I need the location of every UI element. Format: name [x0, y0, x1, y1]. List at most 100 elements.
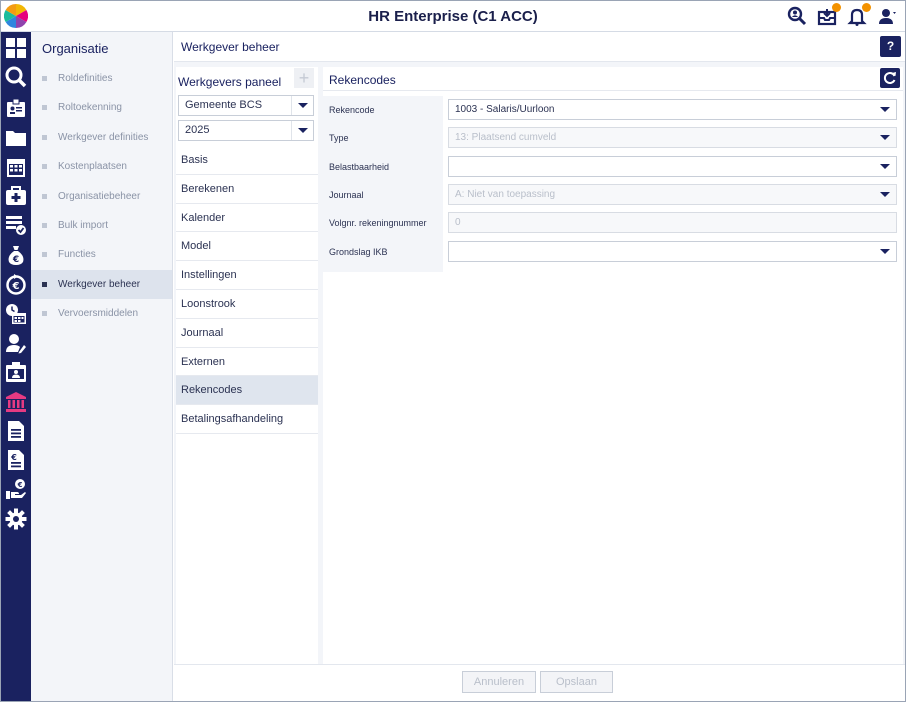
employer-panel: Werkgevers paneel + Gemeente BCS 2025 Ba… [176, 67, 318, 664]
schedule-icon[interactable] [5, 303, 27, 325]
cancel-button[interactable]: Annuleren [462, 671, 536, 693]
form-row-type: Type 13: Plaatsend cumveld [323, 124, 903, 152]
chevron-down-icon[interactable] [874, 100, 896, 119]
user-icon[interactable] [877, 6, 897, 26]
panel-item-kalender[interactable]: Kalender [176, 204, 318, 233]
sidebar-item-vervoersmiddelen[interactable]: Vervoersmiddelen [31, 299, 172, 328]
sidebar-item-bulk-import[interactable]: Bulk import [31, 211, 172, 240]
bell-icon[interactable] [847, 3, 871, 26]
grondslag-ikb-select[interactable] [448, 240, 897, 262]
sidebar-item-label: Kostenplaatsen [58, 161, 127, 173]
icon-rail: € € € € [1, 32, 31, 701]
app-logo[interactable] [4, 4, 28, 28]
year-select[interactable]: 2025 [178, 120, 314, 141]
search-icon[interactable] [5, 66, 27, 88]
chevron-down-icon[interactable] [291, 121, 313, 140]
bullet-icon [42, 222, 47, 228]
refresh-icon [884, 72, 896, 84]
type-label: Type [329, 133, 349, 144]
top-bar: HR Enterprise (C1 ACC) [1, 1, 905, 32]
bullet-icon [42, 252, 47, 258]
gear-icon[interactable] [5, 508, 27, 530]
inbox-badge [832, 3, 841, 12]
form-row-rekencode: Rekencode 1003 - Salaris/Uurloon [323, 96, 903, 124]
search-user-icon[interactable] [787, 6, 807, 26]
svg-text:€: € [12, 281, 20, 292]
user-edit-icon[interactable] [5, 332, 27, 354]
app-window: HR Enterprise (C1 ACC) € € € € Organisat… [0, 0, 906, 702]
panel-nav-list: Basis Berekenen Kalender Model Instellin… [176, 146, 318, 434]
belastbaarheid-select[interactable] [448, 155, 897, 177]
id-badge-icon[interactable] [5, 97, 27, 119]
sidebar-item-label: Functies [58, 249, 96, 261]
panel-item-journaal[interactable]: Journaal [176, 319, 318, 348]
sidebar-item-organisatiebeheer[interactable]: Organisatiebeheer [31, 182, 172, 211]
euro-cycle-icon[interactable]: € [5, 273, 27, 295]
sidebar-item-functies[interactable]: Functies [31, 240, 172, 269]
calendar-icon[interactable] [5, 156, 27, 178]
bullet-icon [42, 164, 47, 170]
refresh-button[interactable] [880, 68, 900, 88]
sidebar-item-label: Roltoekenning [58, 102, 122, 114]
inbox-icon[interactable] [817, 3, 841, 26]
checklist-icon[interactable] [5, 214, 27, 236]
main-header: Werkgever beheer ? [174, 32, 905, 62]
bank-icon[interactable] [5, 391, 27, 413]
money-bag-icon[interactable]: € [5, 244, 27, 266]
form-row-belastbaarheid: Belastbaarheid [323, 153, 903, 181]
add-button[interactable]: + [294, 68, 314, 88]
journaal-select[interactable]: A: Niet van toepassing [448, 183, 897, 205]
sidebar-item-werkgever-beheer[interactable]: Werkgever beheer [31, 269, 172, 300]
panel-item-betalingsafhandeling[interactable]: Betalingsafhandeling [176, 405, 318, 434]
form-row-grondslag-ikb: Grondslag IKB [323, 238, 903, 266]
save-button[interactable]: Opslaan [540, 671, 613, 693]
volgnr-input[interactable]: 0 [448, 212, 897, 234]
dashboard-icon[interactable] [5, 37, 27, 59]
rekencode-select[interactable]: 1003 - Salaris/Uurloon [448, 99, 897, 120]
panel-item-basis[interactable]: Basis [176, 146, 318, 175]
rekencode-value: 1003 - Salaris/Uurloon [455, 104, 555, 115]
form-row-volgnr: Volgnr. rekeningnummer 0 [323, 209, 903, 237]
panel-item-rekencodes[interactable]: Rekencodes [176, 376, 318, 406]
panel-item-model[interactable]: Model [176, 232, 318, 262]
form-row-journaal: Journaal A: Niet van toepassing [323, 181, 903, 209]
chevron-down-icon[interactable] [291, 96, 313, 115]
top-icon-group [787, 3, 897, 26]
type-select[interactable]: 13: Plaatsend cumveld [448, 127, 897, 149]
euro-document-icon[interactable]: € [5, 449, 27, 471]
bullet-icon [42, 281, 47, 287]
panel-item-instellingen[interactable]: Instellingen [176, 261, 318, 290]
panel-item-externen[interactable]: Externen [176, 348, 318, 377]
medical-icon[interactable] [5, 185, 27, 207]
detail-title: Rekencodes [329, 73, 396, 87]
journaal-value: A: Niet van toepassing [455, 188, 556, 200]
volgnr-value: 0 [455, 217, 461, 229]
panel-item-loonstrook[interactable]: Loonstrook [176, 290, 318, 319]
document-icon[interactable] [5, 420, 27, 442]
contact-card-icon[interactable] [5, 361, 27, 383]
sidebar-item-roltoekenning[interactable]: Roltoekenning [31, 93, 172, 122]
help-button[interactable]: ? [880, 36, 901, 57]
belastbaarheid-label: Belastbaarheid [329, 161, 390, 172]
sidebar-item-label: Bulk import [58, 219, 109, 231]
sidebar-item-roldefinities[interactable]: Roldefinities [31, 64, 172, 93]
chevron-down-icon[interactable] [874, 185, 896, 204]
panel-item-berekenen[interactable]: Berekenen [176, 175, 318, 204]
hand-coin-icon[interactable]: € [5, 478, 27, 500]
sidebar-item-label: Vervoersmiddelen [58, 308, 139, 320]
sidebar-item-kostenplaatsen[interactable]: Kostenplaatsen [31, 152, 172, 181]
detail-header: Rekencodes [323, 67, 903, 91]
chevron-down-icon[interactable] [874, 128, 896, 147]
sidebar-item-label: Organisatiebeheer [58, 190, 141, 202]
employer-select-value: Gemeente BCS [185, 99, 263, 111]
rekencodes-panel: Rekencodes Rekencode 1003 - Salaris/Uurl… [323, 67, 903, 664]
folder-icon[interactable] [5, 127, 27, 149]
employer-select[interactable]: Gemeente BCS [178, 95, 314, 116]
chevron-down-icon[interactable] [874, 157, 896, 176]
main-area: Werkgever beheer ? Werkgevers paneel + G… [174, 32, 905, 701]
bullet-icon [42, 193, 47, 199]
chevron-down-icon[interactable] [874, 242, 896, 261]
bullet-icon [42, 311, 47, 317]
sidebar-item-werkgever-definities[interactable]: Werkgever definities [31, 123, 172, 152]
bullet-icon [42, 105, 47, 111]
